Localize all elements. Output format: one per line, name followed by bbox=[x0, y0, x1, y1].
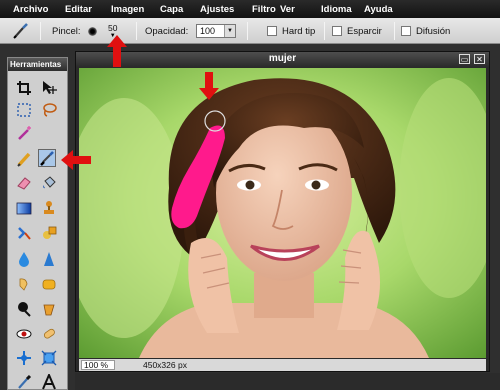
opacity-value: 100 bbox=[200, 26, 216, 36]
image-dimensions: 450x326 px bbox=[143, 360, 187, 370]
annotation-arrow-up-icon bbox=[107, 35, 127, 67]
spot-heal-tool-icon[interactable] bbox=[40, 325, 58, 343]
smudge-tool-icon[interactable] bbox=[15, 275, 33, 293]
sharpen-tool-icon[interactable] bbox=[40, 250, 58, 268]
maximize-icon[interactable]: ▭ bbox=[459, 54, 470, 64]
menu-editar[interactable]: Editar bbox=[65, 4, 111, 15]
crop-tool-icon[interactable] bbox=[15, 79, 33, 97]
menu-filtro[interactable]: Filtro bbox=[252, 4, 280, 15]
text-tool-icon[interactable] bbox=[40, 373, 58, 390]
menu-imagen[interactable]: Imagen bbox=[111, 4, 160, 15]
brush-tool-button[interactable] bbox=[38, 149, 56, 167]
pinch-tool-icon[interactable] bbox=[40, 349, 58, 367]
document-titlebar[interactable]: mujer ▭ ✕ bbox=[76, 52, 489, 67]
menu-ajustes[interactable]: Ajustes bbox=[200, 4, 252, 15]
opacity-label: Opacidad: bbox=[145, 25, 189, 37]
color-picker-icon[interactable] bbox=[15, 373, 33, 390]
menu-capa[interactable]: Capa bbox=[160, 4, 200, 15]
marquee-tool-icon[interactable] bbox=[15, 101, 33, 119]
menu-idioma[interactable]: Idioma bbox=[321, 4, 364, 15]
annotation-arrow-down-icon bbox=[199, 72, 219, 100]
menu-bar: Archivo Editar Imagen Capa Ajustes Filtr… bbox=[0, 0, 500, 18]
color-replace-icon[interactable] bbox=[15, 224, 33, 242]
tool-options-bar: Pincel: 50 ▼ Opacidad: 100 ▼ Hard tip Es… bbox=[0, 18, 500, 44]
brush-size-value: 50 bbox=[108, 22, 118, 33]
hard-tip-checkbox[interactable] bbox=[267, 26, 277, 36]
document-title: mujer bbox=[268, 53, 297, 64]
tools-panel: Herramientas bbox=[7, 57, 68, 390]
brush-tool-icon bbox=[12, 18, 30, 44]
sponge-tool-icon[interactable] bbox=[40, 275, 58, 293]
document-statusbar: 100 % 450x326 px bbox=[79, 359, 486, 371]
move-tool-icon[interactable] bbox=[40, 79, 58, 97]
red-eye-tool-icon[interactable] bbox=[15, 325, 33, 343]
workspace-background bbox=[75, 373, 500, 390]
document-window: mujer ▭ ✕ 100 % 450x326 px bbox=[75, 51, 490, 372]
tools-panel-title: Herramientas bbox=[8, 58, 67, 71]
menu-ayuda[interactable]: Ayuda bbox=[364, 4, 393, 15]
lasso-tool-icon[interactable] bbox=[40, 101, 58, 119]
dodge-tool-icon[interactable] bbox=[40, 300, 58, 318]
paint-bucket-icon[interactable] bbox=[40, 174, 58, 192]
diffusion-checkbox[interactable] bbox=[401, 26, 411, 36]
diffusion-label: Difusión bbox=[416, 25, 451, 37]
diffusion-option[interactable]: Difusión bbox=[401, 18, 450, 44]
blur-tool-icon[interactable] bbox=[15, 250, 33, 268]
menu-ver[interactable]: Ver bbox=[280, 4, 321, 15]
menu-archivo[interactable]: Archivo bbox=[13, 4, 65, 15]
scatter-option[interactable]: Esparcir bbox=[332, 18, 382, 44]
eraser-tool-icon[interactable] bbox=[15, 174, 33, 192]
opacity-select[interactable]: 100 ▼ bbox=[196, 24, 236, 38]
image-canvas[interactable] bbox=[79, 68, 486, 358]
burn-tool-icon[interactable] bbox=[15, 300, 33, 318]
hard-tip-label: Hard tip bbox=[282, 25, 316, 37]
opacity-dropdown-icon[interactable]: ▼ bbox=[224, 25, 235, 37]
clone-stamp-icon[interactable] bbox=[40, 199, 58, 217]
scatter-checkbox[interactable] bbox=[332, 26, 342, 36]
close-icon[interactable]: ✕ bbox=[474, 54, 485, 64]
brush-preview bbox=[88, 18, 97, 44]
brush-label: Pincel: bbox=[52, 25, 81, 37]
pencil-tool-icon[interactable] bbox=[15, 150, 33, 168]
zoom-input[interactable]: 100 % bbox=[81, 360, 115, 370]
hard-tip-option[interactable]: Hard tip bbox=[267, 18, 315, 44]
scatter-label: Esparcir bbox=[347, 25, 382, 37]
annotation-arrow-left-icon bbox=[61, 150, 91, 170]
bloat-tool-icon[interactable] bbox=[15, 349, 33, 367]
magic-wand-icon[interactable] bbox=[15, 124, 33, 142]
drawing-tool-icon[interactable] bbox=[40, 224, 58, 242]
gradient-tool-icon[interactable] bbox=[15, 199, 33, 217]
